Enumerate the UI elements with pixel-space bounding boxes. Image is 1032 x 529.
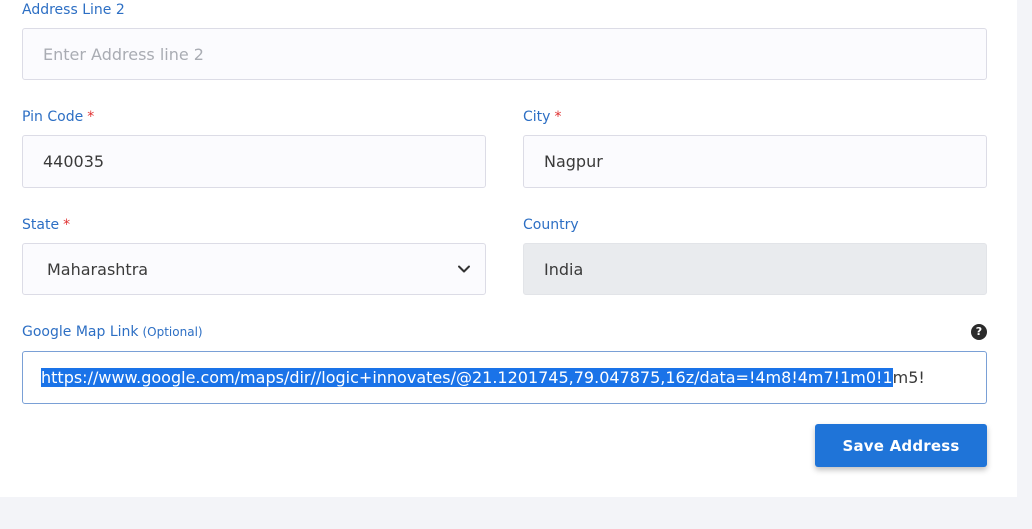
address-form-card: Address Line 2 Enter Address line 2 Pin … bbox=[0, 0, 1017, 497]
map-link-label: Google Map Link (Optional) bbox=[22, 324, 203, 340]
save-address-button[interactable]: Save Address bbox=[815, 424, 987, 467]
country-input: India bbox=[523, 243, 987, 295]
required-mark: * bbox=[554, 109, 562, 125]
address-line2-placeholder: Enter Address line 2 bbox=[43, 44, 204, 64]
address-line2-label: Address Line 2 bbox=[22, 2, 125, 18]
map-link-input[interactable]: https://www.google.com/maps/dir//logic+i… bbox=[22, 351, 987, 404]
chevron-down-icon bbox=[458, 265, 470, 273]
state-label: State * bbox=[22, 217, 71, 233]
address-line2-input[interactable]: Enter Address line 2 bbox=[22, 28, 987, 80]
city-label: City * bbox=[523, 109, 562, 125]
question-circle-icon[interactable]: ? bbox=[971, 324, 987, 340]
city-input[interactable]: Nagpur bbox=[523, 135, 987, 188]
required-mark: * bbox=[63, 217, 71, 233]
country-label: Country bbox=[523, 217, 579, 233]
selected-text: https://www.google.com/maps/dir//logic+i… bbox=[41, 368, 893, 387]
pin-code-label: Pin Code * bbox=[22, 109, 95, 125]
optional-note: (Optional) bbox=[142, 325, 203, 339]
state-select[interactable]: Maharashtra bbox=[22, 243, 486, 295]
pin-code-input[interactable]: 440035 bbox=[22, 135, 486, 188]
required-mark: * bbox=[87, 109, 95, 125]
